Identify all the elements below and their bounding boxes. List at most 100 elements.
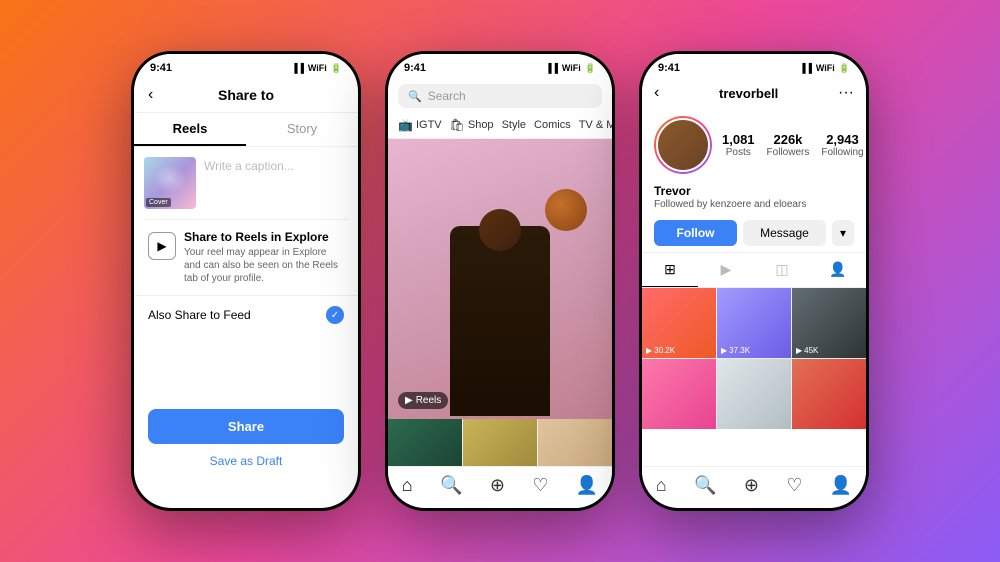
grid-thumb-1[interactable] — [388, 419, 462, 471]
profile-grid-item-2[interactable]: ▶ 37.3K — [717, 288, 791, 358]
tab-story[interactable]: Story — [246, 113, 358, 146]
search-bar[interactable]: 🔍 Search — [398, 84, 602, 108]
person-body — [450, 226, 550, 416]
profile-info: 1,081 Posts 226k Followers 2,943 Followi… — [642, 108, 866, 182]
shop-icon: 🛍 — [450, 118, 465, 132]
status-time-2: 9:41 — [404, 62, 426, 74]
follow-button[interactable]: Follow — [654, 220, 737, 246]
share-tabs: Reels Story — [134, 113, 358, 147]
share-header: ‹ Share to — [134, 78, 358, 113]
following-label: Following — [821, 147, 863, 158]
explore-main: ▶ Reels — [388, 139, 612, 419]
tab-saved[interactable]: ◫ — [754, 253, 810, 287]
profile-grid: ▶ 30.2K ▶ 37.3K ▶ 45K — [642, 288, 866, 429]
status-icons-3: ▐▐ WiFi 🔋 — [799, 63, 850, 74]
status-bar-2: 9:41 ▐▐ WiFi 🔋 — [388, 54, 612, 78]
person-figure — [450, 189, 550, 419]
nav-profile-2[interactable]: 👤 — [576, 475, 598, 496]
nav-profile-3[interactable]: 👤 — [830, 475, 852, 496]
stat-following: 2,943 Following — [821, 132, 863, 158]
nav-search-3[interactable]: 🔍 — [694, 475, 716, 496]
nav-home-3[interactable]: ⌂ — [656, 475, 667, 496]
grid-thumb-3[interactable] — [538, 419, 612, 471]
explore-background — [388, 139, 612, 419]
dropdown-button[interactable]: ▾ — [832, 220, 854, 246]
phone-explore: 9:41 ▐▐ WiFi 🔋 🔍 Search 📺 IGTV 🛍 — [385, 51, 615, 511]
profile-grid-item-3[interactable]: ▶ 45K — [792, 288, 866, 358]
caption-input-placeholder[interactable]: Write a caption... — [204, 157, 348, 173]
tab-grid[interactable]: ⊞ — [642, 253, 698, 287]
status-bar-3: 9:41 ▐▐ WiFi 🔋 — [642, 54, 866, 78]
category-comics[interactable]: Comics — [534, 118, 571, 132]
share-explore-description: Your reel may appear in Explore and can … — [184, 246, 344, 285]
share-to-reels-section: ▶ Share to Reels in Explore Your reel ma… — [134, 220, 358, 295]
profile-more-button[interactable]: ··· — [838, 84, 854, 102]
share-explore-title: Share to Reels in Explore — [184, 230, 344, 244]
tab-reels[interactable]: ▶ — [698, 253, 754, 287]
nav-add-3[interactable]: ⊕ — [744, 475, 759, 496]
category-shop[interactable]: 🛍 Shop — [450, 118, 494, 132]
message-button[interactable]: Message — [743, 220, 826, 246]
bottom-nav-3: ⌂ 🔍 ⊕ ♡ 👤 — [642, 466, 866, 508]
caption-area: Cover Write a caption... — [134, 147, 358, 219]
status-time-1: 9:41 — [150, 62, 172, 74]
avatar-ring — [654, 116, 712, 174]
profile-display-name: Trevor — [654, 184, 854, 198]
profile-grid-item-4[interactable] — [642, 359, 716, 429]
share-actions: Share Save as Draft — [134, 409, 358, 468]
cover-label: Cover — [146, 198, 171, 207]
tab-reels[interactable]: Reels — [134, 113, 246, 146]
reels-badge-icon: ▶ — [405, 395, 413, 406]
nav-heart-2[interactable]: ♡ — [532, 475, 548, 496]
person-head — [479, 209, 521, 251]
profile-grid-item-1[interactable]: ▶ 30.2K — [642, 288, 716, 358]
grid-count-3: ▶ 45K — [796, 346, 818, 355]
profile-followed-by: Followed by kenzoere and eloears — [654, 199, 854, 210]
search-placeholder: Search — [428, 89, 466, 103]
share-text-block: Share to Reels in Explore Your reel may … — [184, 230, 344, 285]
stats-row: 1,081 Posts 226k Followers 2,943 Followi… — [722, 132, 864, 158]
status-icons-1: ▐▐ WiFi 🔋 — [291, 63, 342, 74]
igtv-icon: 📺 — [398, 118, 413, 132]
share-title: Share to — [218, 87, 274, 103]
tab-tagged[interactable]: 👤 — [810, 253, 866, 287]
profile-grid-item-6[interactable] — [792, 359, 866, 429]
play-icon-1: ▶ — [646, 346, 652, 355]
nav-add-2[interactable]: ⊕ — [490, 475, 505, 496]
back-button[interactable]: ‹ — [148, 86, 153, 104]
share-button[interactable]: Share — [148, 409, 344, 444]
profile-grid-item-5[interactable] — [717, 359, 791, 429]
phone-profile: 9:41 ▐▐ WiFi 🔋 ‹ trevorbell ··· — [639, 51, 869, 511]
grid-count-1: ▶ 30.2K — [646, 346, 675, 355]
save-draft-button[interactable]: Save as Draft — [210, 454, 283, 468]
reels-icon: ▶ — [148, 232, 176, 260]
grid-thumb-2[interactable] — [463, 419, 537, 471]
profile-name-section: Trevor Followed by kenzoere and eloears — [642, 182, 866, 214]
category-tabs: 📺 IGTV 🛍 Shop Style Comics TV & Movi... — [388, 114, 612, 139]
nav-heart-3[interactable]: ♡ — [786, 475, 802, 496]
avatar-image — [656, 118, 710, 172]
posts-count: 1,081 — [722, 132, 755, 147]
following-count: 2,943 — [821, 132, 863, 147]
nav-search-2[interactable]: 🔍 — [440, 475, 462, 496]
profile-username: trevorbell — [667, 86, 830, 101]
profile-header: ‹ trevorbell ··· — [642, 78, 866, 108]
stat-followers: 226k Followers — [767, 132, 810, 158]
status-bar-1: 9:41 ▐▐ WiFi 🔋 — [134, 54, 358, 78]
followers-label: Followers — [767, 147, 810, 158]
category-igtv[interactable]: 📺 IGTV — [398, 118, 442, 132]
category-tvmovie[interactable]: TV & Movi... — [579, 118, 612, 132]
also-share-checkbox[interactable]: ✓ — [326, 306, 344, 324]
also-share-row: Also Share to Feed ✓ — [134, 295, 358, 334]
play-icon-3: ▶ — [796, 346, 802, 355]
profile-back-button[interactable]: ‹ — [654, 84, 659, 102]
followers-count: 226k — [767, 132, 810, 147]
bottom-nav-2: ⌂ 🔍 ⊕ ♡ 👤 — [388, 466, 612, 508]
category-style[interactable]: Style — [502, 118, 526, 132]
nav-home-2[interactable]: ⌂ — [402, 475, 413, 496]
posts-label: Posts — [722, 147, 755, 158]
basketball — [545, 189, 587, 231]
reels-badge: ▶ Reels — [398, 392, 448, 409]
action-buttons: Follow Message ▾ — [642, 214, 866, 252]
status-icons-2: ▐▐ WiFi 🔋 — [545, 63, 596, 74]
